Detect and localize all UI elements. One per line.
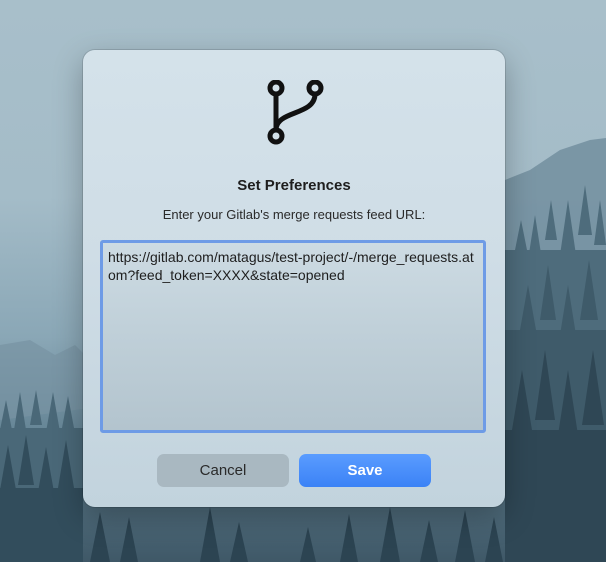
feed-url-field-container (100, 240, 486, 433)
dialog-title: Set Preferences (237, 177, 351, 194)
cancel-button[interactable]: Cancel (157, 454, 289, 487)
dialog-subtitle: Enter your Gitlab's merge requests feed … (162, 207, 426, 222)
save-button[interactable]: Save (299, 454, 431, 487)
git-branch-icon (267, 80, 324, 145)
feed-url-textarea[interactable] (108, 248, 478, 425)
desktop-wallpaper: Set Preferences Enter your Gitlab's merg… (0, 0, 606, 562)
preferences-dialog: Set Preferences Enter your Gitlab's merg… (83, 50, 505, 507)
